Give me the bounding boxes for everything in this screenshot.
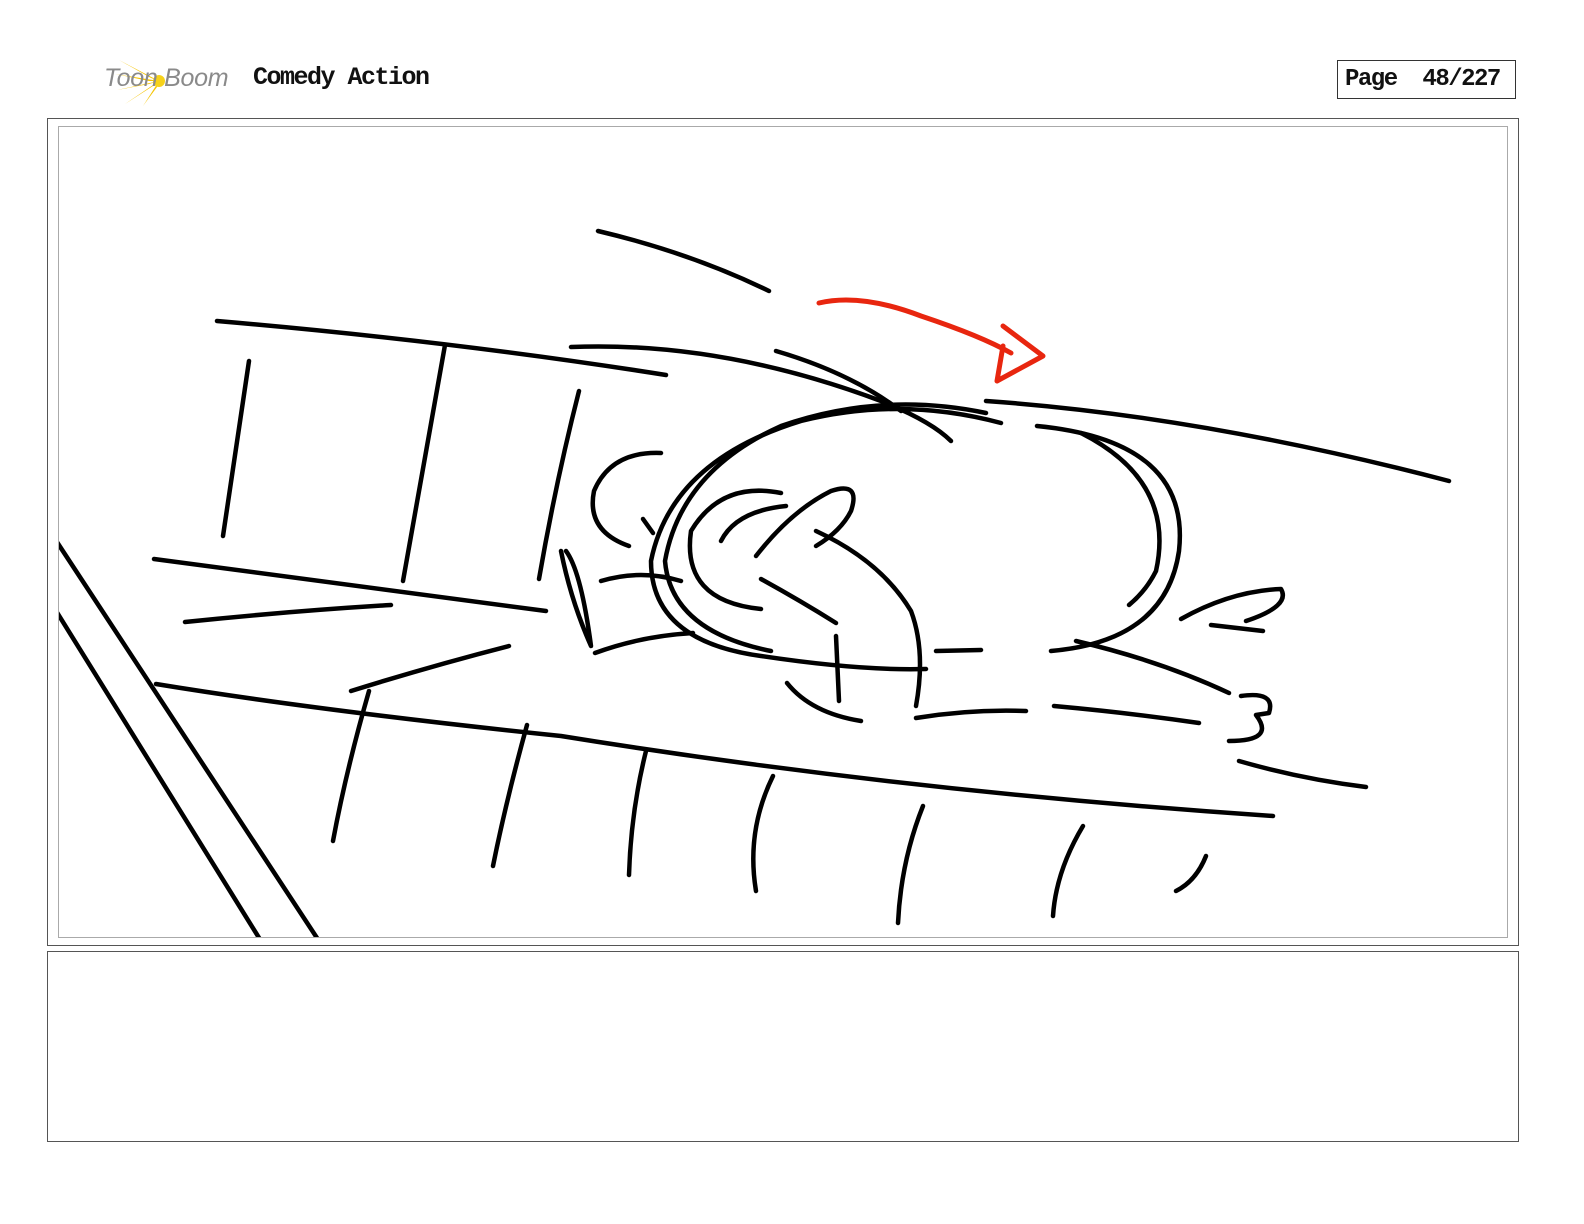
storyboard-panel [58,126,1508,938]
logo-wordmark: Toon Boom [104,64,229,92]
panel-notes-box [47,951,1519,1142]
motion-arrow-icon [816,297,1046,384]
page-indicator: Page 48/227 [1337,60,1516,99]
project-title: Comedy Action [253,63,430,92]
sketch-drawing [59,228,1452,937]
storyboard-header: Toon Boom Comedy Action Page 48/227 [0,0,1584,118]
